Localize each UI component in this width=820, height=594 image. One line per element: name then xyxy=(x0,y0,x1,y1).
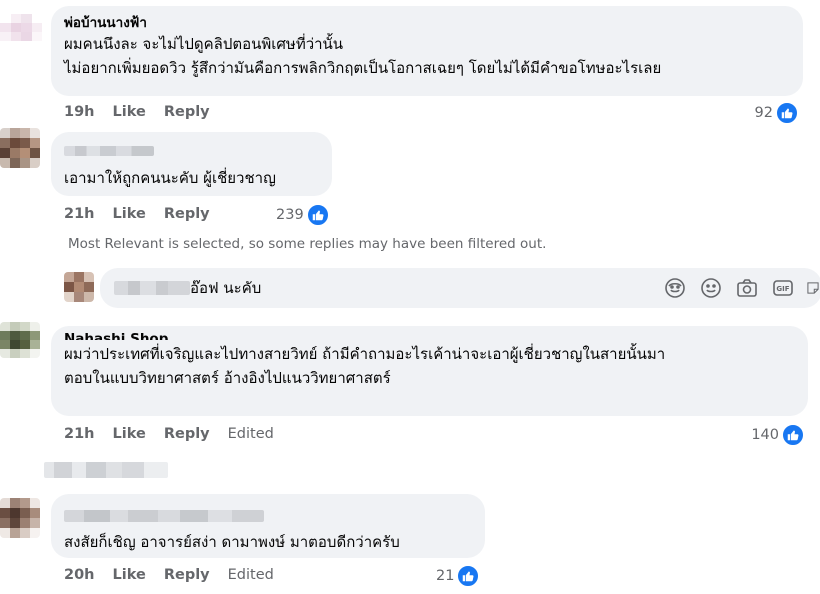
reaction-count[interactable]: 21 xyxy=(436,565,480,587)
emoji-icon[interactable] xyxy=(700,277,722,299)
like-button[interactable]: Like xyxy=(113,104,146,120)
comment-bubble: Nahashi Shop ผมว่าประเทศที่เจริญและไปทาง… xyxy=(51,326,808,416)
comment-time[interactable]: 19h xyxy=(64,104,95,120)
comment-bubble: เอามาให้ถูกคนนะคับ ผู้เชี่ยวชาญ xyxy=(51,132,332,196)
reaction-count[interactable]: 140 xyxy=(751,424,804,446)
comment-actions: 19h Like Reply xyxy=(64,104,228,120)
camera-icon[interactable] xyxy=(736,277,758,299)
comment-text: ผมคนนึงละ จะไม่ไปดูคลิปตอนพิเศษที่ว่านั้… xyxy=(64,35,344,53)
comment-time[interactable]: 20h xyxy=(64,567,95,583)
comment-actions: 21h Like Reply xyxy=(64,206,228,222)
reaction-count[interactable]: 239 xyxy=(276,204,329,226)
comment-actions: 20h Like Reply Edited xyxy=(64,567,292,583)
like-button[interactable]: Like xyxy=(113,206,146,222)
avatar[interactable] xyxy=(0,498,40,538)
reply-button[interactable]: Reply xyxy=(164,426,210,442)
avatar[interactable] xyxy=(0,14,42,50)
comment-text: สงสัยก็เชิญ อาจารย์สง่า ดามาพงษ์ มาตอบดี… xyxy=(64,533,400,551)
reaction-count-value: 239 xyxy=(276,207,304,223)
avatar[interactable] xyxy=(0,128,40,168)
reaction-count-value: 140 xyxy=(751,427,779,443)
comment-text: ไม่อยากเพิ่มยอดวิว รู้สึกว่ามันคือการพลิ… xyxy=(64,59,662,77)
avatar[interactable] xyxy=(64,272,94,302)
like-button[interactable]: Like xyxy=(113,426,146,442)
composer-name-blurred xyxy=(114,281,190,295)
comment-author-blurred[interactable] xyxy=(64,510,264,522)
thumbs-up-icon xyxy=(782,424,804,446)
comment-bubble: พ่อบ้านนางฟ้า ผมคนนึงละ จะไม่ไปดูคลิปตอน… xyxy=(51,6,803,96)
like-button[interactable]: Like xyxy=(113,567,146,583)
edited-label[interactable]: Edited xyxy=(228,567,274,583)
avatar[interactable] xyxy=(0,322,40,358)
reply-button[interactable]: Reply xyxy=(164,206,210,222)
filter-note: Most Relevant is selected, so some repli… xyxy=(68,236,547,252)
comment-text: ตอบในแบบวิทยาศาสตร์ อ้างอิงไปแนววิทยาศาส… xyxy=(64,369,391,387)
edited-label[interactable]: Edited xyxy=(228,426,274,442)
comment-author[interactable]: Nahashi Shop xyxy=(64,326,796,340)
sticker-icon[interactable] xyxy=(806,277,820,299)
comment-time[interactable]: 21h xyxy=(64,206,95,222)
reaction-count-value: 21 xyxy=(436,568,455,584)
reaction-count-value: 92 xyxy=(754,105,773,121)
comment-text: ผมว่าประเทศที่เจริญและไปทางสายวิทย์ ถ้าม… xyxy=(64,345,666,363)
blurred-replies-link[interactable] xyxy=(44,462,168,478)
svg-text:GIF: GIF xyxy=(776,285,789,293)
comment-text: เอามาให้ถูกคนนะคับ ผู้เชี่ยวชาญ xyxy=(64,169,276,187)
reply-button[interactable]: Reply xyxy=(164,567,210,583)
composer-text: อ๊อฟ นะคับ xyxy=(190,279,262,297)
comment-time[interactable]: 21h xyxy=(64,426,95,442)
thumbs-up-icon xyxy=(776,102,798,124)
thumbs-up-icon xyxy=(306,204,329,226)
gif-icon[interactable]: GIF xyxy=(772,277,794,299)
comment-author-blurred[interactable] xyxy=(64,146,154,156)
thumbs-up-icon xyxy=(457,565,480,587)
reaction-count[interactable]: 92 xyxy=(755,102,798,124)
comment-composer[interactable]: อ๊อฟ นะคับ GIF xyxy=(100,268,820,308)
avatar-sticker-icon[interactable] xyxy=(664,277,686,299)
comment-author[interactable]: พ่อบ้านนางฟ้า xyxy=(64,14,791,32)
comment-actions: 21h Like Reply Edited xyxy=(64,426,292,442)
reply-button[interactable]: Reply xyxy=(164,104,210,120)
comment-bubble: สงสัยก็เชิญ อาจารย์สง่า ดามาพงษ์ มาตอบดี… xyxy=(51,494,485,558)
